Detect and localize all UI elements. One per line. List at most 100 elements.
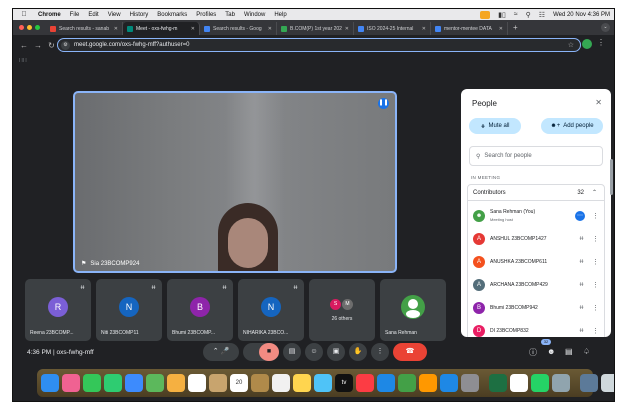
chat-icon[interactable]: ▤: [565, 347, 573, 356]
menu-bookmarks[interactable]: Bookmarks: [157, 12, 187, 18]
list-item[interactable]: D DI 23BCOMP832 ⧺ ⋮: [468, 320, 606, 337]
pages-icon[interactable]: [419, 374, 437, 392]
person-more-icon[interactable]: ⋮: [592, 258, 599, 266]
tab-search-results-2[interactable]: Search results - Goog ✕: [200, 22, 277, 35]
mic-button[interactable]: ⌃ 🎤: [203, 343, 239, 361]
meeting-details-icon[interactable]: ⓘ: [529, 347, 537, 358]
reminders-icon[interactable]: [272, 374, 290, 392]
keynote-icon[interactable]: [377, 374, 395, 392]
excel-icon[interactable]: [489, 374, 507, 392]
person-more-icon[interactable]: ⋮: [592, 235, 599, 243]
maps-icon[interactable]: [146, 374, 164, 392]
calendar-icon[interactable]: 20: [230, 374, 248, 392]
participant-tile-reena[interactable]: ⧺ R Reena 23BCOMP...: [25, 279, 91, 341]
tab-close-icon[interactable]: ✕: [268, 26, 272, 32]
menu-window[interactable]: Window: [244, 12, 265, 18]
menu-edit[interactable]: Edit: [88, 12, 98, 18]
menubar-datetime[interactable]: Wed 20 Nov 4:36 PM: [553, 12, 610, 18]
numbers-icon[interactable]: [398, 374, 416, 392]
preview-icon[interactable]: [552, 374, 570, 392]
settings-icon[interactable]: [461, 374, 479, 392]
notes-icon[interactable]: [293, 374, 311, 392]
tab-close-icon[interactable]: ✕: [422, 26, 426, 32]
list-item[interactable]: A ANUSHKA 23BCOMP611 ⧺ ⋮: [468, 251, 606, 272]
apps-grid-icon[interactable]: ∷∷: [19, 57, 27, 64]
others-tile[interactable]: S M 26 others: [309, 279, 375, 341]
site-info-icon[interactable]: ⚙: [61, 40, 70, 50]
appstore-icon[interactable]: [440, 374, 458, 392]
chrome2-icon[interactable]: [510, 374, 528, 392]
menu-view[interactable]: View: [108, 12, 121, 18]
trash-icon[interactable]: [601, 374, 614, 392]
menu-profiles[interactable]: Profiles: [196, 12, 216, 18]
tab-iso-internal[interactable]: ISO 2024-25 Internal ✕: [354, 22, 431, 35]
tab-search-results-1[interactable]: Search results - sanab ✕: [46, 22, 123, 35]
menu-history[interactable]: History: [130, 12, 149, 18]
tab-close-icon[interactable]: ✕: [191, 26, 195, 32]
forward-arrow-icon[interactable]: →: [34, 41, 42, 50]
tab-close-icon[interactable]: ✕: [499, 26, 503, 32]
contributors-header[interactable]: Contributors 32 ⌃: [467, 184, 605, 201]
battery-icon[interactable]: ▮▯: [498, 11, 506, 19]
list-item[interactable]: B Bhumi 23BCOMP942 ⧺ ⋮: [468, 297, 606, 318]
downloads-icon[interactable]: [580, 374, 598, 392]
freeform-icon[interactable]: [314, 374, 332, 392]
control-center-icon[interactable]: ☷: [539, 11, 545, 19]
messages-icon[interactable]: [83, 374, 101, 392]
close-panel-icon[interactable]: ✕: [595, 98, 602, 107]
close-window-button[interactable]: [19, 25, 24, 30]
menu-tab[interactable]: Tab: [225, 12, 235, 18]
mail-icon[interactable]: [125, 374, 143, 392]
list-item[interactable]: A ANSHUL 23BCOMP1427 ⧺ ⋮: [468, 228, 606, 249]
url-text[interactable]: meet.google.com/oxs-fwhg-mff?authuser=0: [74, 42, 189, 48]
chevron-up-icon[interactable]: ⌃: [592, 189, 597, 196]
tab-bcom-sheet[interactable]: B.COM(P) 1st year 202 ✕: [277, 22, 354, 35]
contacts-icon[interactable]: [209, 374, 227, 392]
spotlight-search-icon[interactable]: ⚲: [526, 11, 531, 19]
reload-icon[interactable]: ↻: [48, 41, 55, 50]
list-item[interactable]: ☻ Sana Rehman (You) Meeting host ⋯ ⋮: [468, 205, 606, 226]
participant-tile-bhumi[interactable]: ⧺ B Bhumi 23BCOMP...: [167, 279, 233, 341]
wifi-icon[interactable]: ≈: [514, 11, 518, 18]
add-people-button[interactable]: ☻+ Add people: [541, 118, 603, 134]
camera-off-icon[interactable]: ■: [259, 343, 279, 361]
tab-mentor-mentee[interactable]: mentor-mentee DATA ✕: [431, 22, 508, 35]
minimize-window-button[interactable]: [27, 25, 32, 30]
tab-close-icon[interactable]: ✕: [345, 26, 349, 32]
tab-search-chevron-icon[interactable]: ⌄: [601, 23, 610, 32]
bookmark-star-icon[interactable]: ☆: [568, 41, 574, 49]
menu-app-name[interactable]: Chrome: [38, 12, 61, 18]
raise-hand-icon[interactable]: ✋: [349, 343, 367, 361]
facetime-icon[interactable]: [104, 374, 122, 392]
present-screen-icon[interactable]: ▣: [327, 343, 345, 361]
leave-call-button[interactable]: ☎: [393, 343, 427, 361]
search-people-input[interactable]: ⚲ Search for people: [469, 146, 603, 166]
tab-meet[interactable]: Meet - oxs-fwhg-m ✕: [123, 22, 200, 35]
launchpad-icon[interactable]: [62, 374, 80, 392]
profile-avatar[interactable]: [582, 39, 592, 49]
participant-tile-niharika[interactable]: ⧺ N NIHARIKA 23BCO...: [238, 279, 304, 341]
people-scrollbar[interactable]: [610, 159, 613, 195]
mute-all-button[interactable]: ⧺ Mute all: [469, 118, 521, 134]
chrome-icon[interactable]: [188, 374, 206, 392]
person-more-icon[interactable]: ⋮: [592, 327, 599, 335]
emoji-icon[interactable]: ☺: [305, 343, 323, 361]
person-more-icon[interactable]: ⋮: [592, 304, 599, 312]
menu-file[interactable]: File: [70, 12, 80, 18]
list-item[interactable]: A ARCHANA 23BCOMP429 ⧺ ⋮: [468, 274, 606, 295]
finder-icon[interactable]: [41, 374, 59, 392]
activities-icon[interactable]: ♤: [583, 347, 590, 356]
zoom-window-button[interactable]: [35, 25, 40, 30]
address-bar[interactable]: ⚙ meet.google.com/oxs-fwhg-mff?authuser=…: [57, 38, 581, 52]
captions-icon[interactable]: ▤: [283, 343, 301, 361]
new-tab-plus-icon[interactable]: +: [513, 23, 518, 32]
appletv-icon[interactable]: tv: [335, 374, 353, 392]
photos-icon[interactable]: [167, 374, 185, 392]
mic-in-use-indicator[interactable]: [480, 10, 491, 19]
menu-help[interactable]: Help: [274, 12, 286, 18]
notes-brown-icon[interactable]: [251, 374, 269, 392]
participant-tile-self[interactable]: Sana Rehman: [380, 279, 446, 341]
music-icon[interactable]: [356, 374, 374, 392]
participant-tile-niti[interactable]: ⧺ N Niti 23BCOMP11: [96, 279, 162, 341]
person-more-icon[interactable]: ⋮: [592, 281, 599, 289]
